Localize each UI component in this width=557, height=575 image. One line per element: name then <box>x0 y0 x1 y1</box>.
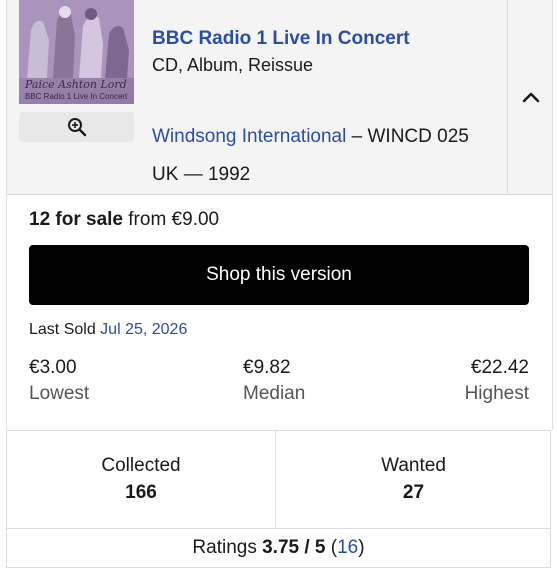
cover-art-figures <box>19 0 134 78</box>
last-sold: Last Sold Jul 25, 2026 <box>29 319 187 341</box>
zoom-image-button[interactable] <box>19 112 134 142</box>
label-separator: – <box>351 126 363 147</box>
wanted-count: 27 <box>402 482 425 503</box>
collected-stat[interactable]: Collected 166 <box>7 431 276 529</box>
country-year-separator: — <box>183 164 203 185</box>
zoom-in-icon <box>67 118 86 137</box>
label-line: Windsong International – WINCD 025 <box>152 124 512 150</box>
release-card: Paice Ashton Lord BBC Radio 1 Live In Co… <box>6 0 553 195</box>
lowest-price-value: €3.00 <box>29 357 77 378</box>
for-sale-from-price: from €9.00 <box>128 209 220 230</box>
release-formats: CD, Album, Reissue <box>152 55 314 75</box>
last-sold-date-link[interactable]: Jul 25, 2026 <box>100 321 187 338</box>
ratings-close-paren: ) <box>358 537 365 558</box>
highest-price-value: €22.42 <box>470 357 529 378</box>
price-stat-median: €9.82 Median <box>243 355 305 407</box>
release-title-link[interactable]: BBC Radio 1 Live In Concert <box>152 26 507 52</box>
ratings-label: Ratings <box>192 537 257 558</box>
ratings-row: Ratings 3.75 / 5 (16) <box>6 528 551 568</box>
cover-subtitle-text: BBC Radio 1 Live In Concert <box>25 92 128 101</box>
highest-price-label: Highest <box>464 383 529 404</box>
ratings-average: 3.75 <box>262 537 300 558</box>
price-stat-lowest: €3.00 Lowest <box>29 355 89 407</box>
catalog-number: WINCD 025 <box>367 126 469 147</box>
price-stat-highest: €22.42 Highest <box>465 355 529 407</box>
collapse-button[interactable] <box>507 0 553 194</box>
price-stats: €3.00 Lowest €9.82 Median €22.42 Highest <box>29 355 529 405</box>
median-price-value: €9.82 <box>243 357 291 378</box>
last-sold-label: Last Sold <box>29 321 96 338</box>
wanted-stat[interactable]: Wanted 27 <box>276 431 551 529</box>
marketplace-section: 12 for sale from €9.00 Shop this version… <box>6 194 553 430</box>
chevron-up-icon <box>522 92 539 103</box>
collected-label: Collected <box>101 455 181 476</box>
release-country: UK <box>152 164 179 185</box>
country-year-line: UK — 1992 <box>152 162 250 188</box>
ratings-count-link[interactable]: 16 <box>337 537 358 559</box>
release-info: BBC Radio 1 Live In Concert CD, Album, R… <box>152 26 507 77</box>
ratings-scale: / 5 <box>304 537 326 558</box>
cover-artist-text: Paice Ashton Lord <box>25 78 127 91</box>
release-page: Paice Ashton Lord BBC Radio 1 Live In Co… <box>0 0 557 575</box>
wanted-label: Wanted <box>381 455 446 476</box>
lowest-price-label: Lowest <box>29 383 90 404</box>
cover-thumbnail[interactable]: Paice Ashton Lord BBC Radio 1 Live In Co… <box>19 0 134 104</box>
median-price-label: Median <box>243 383 306 404</box>
release-year: 1992 <box>207 164 251 185</box>
for-sale-count[interactable]: 12 for sale <box>29 209 123 230</box>
shop-this-version-button[interactable]: Shop this version <box>29 245 529 305</box>
label-link[interactable]: Windsong International <box>152 126 346 147</box>
for-sale-summary: 12 for sale from €9.00 <box>29 207 219 233</box>
collection-stats: Collected 166 Wanted 27 <box>6 430 551 529</box>
collected-count: 166 <box>125 482 157 503</box>
